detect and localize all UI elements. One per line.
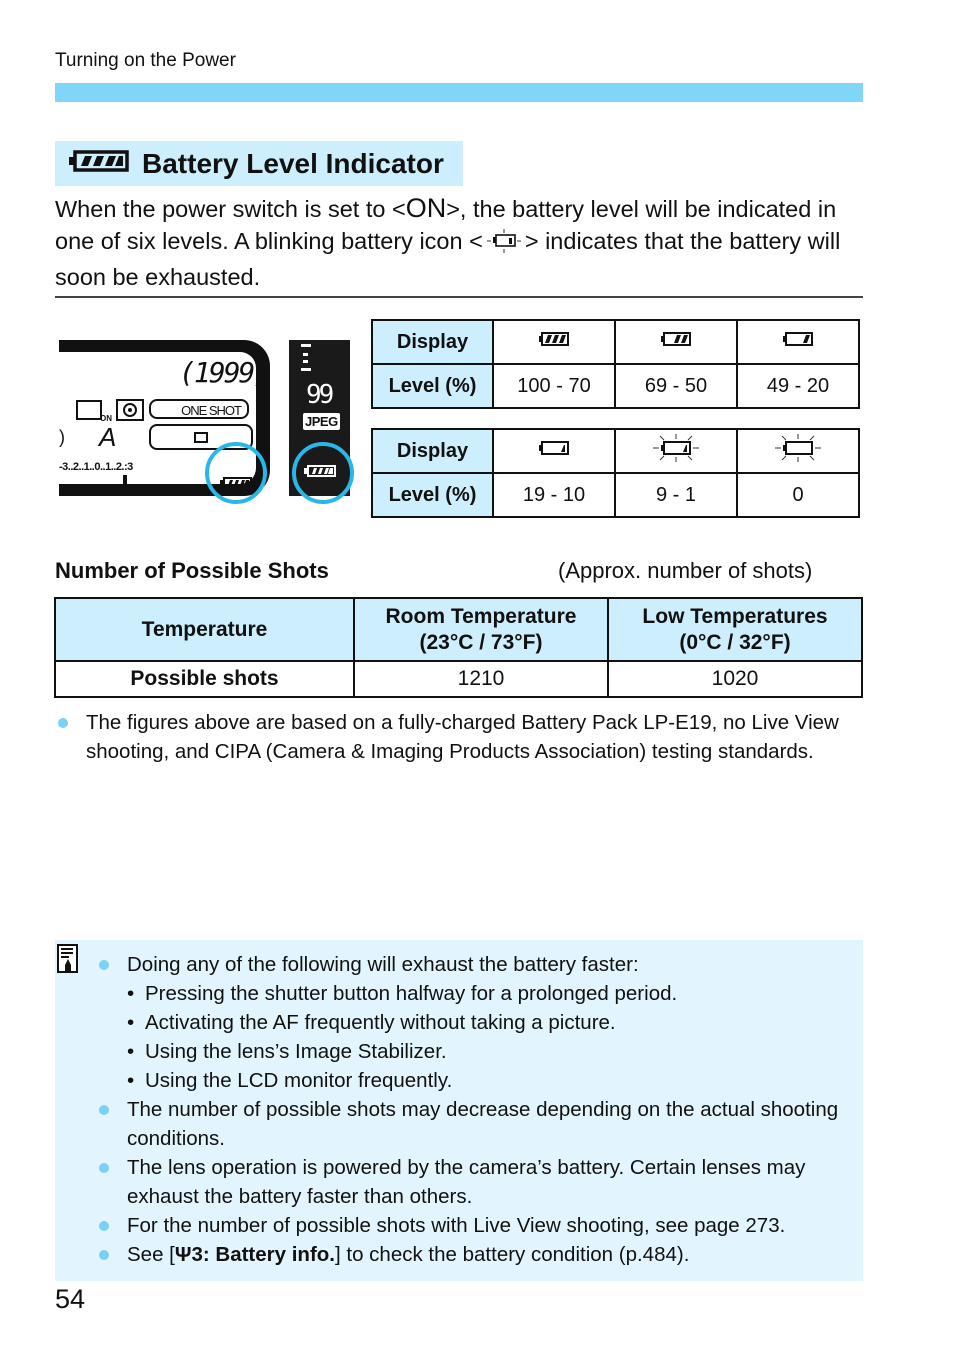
possible-shots-table: Temperature Room Temperature (23°C / 73°F… [54,597,863,698]
room-temp-value: (23°C / 73°F) [419,630,543,654]
highlight-ring [292,442,354,504]
bullet-icon [99,1105,109,1115]
section-title: Battery Level Indicator [142,147,444,179]
bullet-icon [99,1221,109,1231]
lcd-panel-illustration: (1999) ON ONE SHOT ) A -3..2..1..0..1..2… [59,340,270,504]
low-temp-shots: 1020 [607,660,863,698]
battery-blinking-low-icon [614,428,738,474]
footnote-text: The figures above are based on a fully-c… [86,711,839,763]
battery-level-table-2: Display Level (%) 19 - 10 9 - 1 0 [371,428,860,518]
memo-text: Doing any of the following will exhaust … [127,953,639,976]
lcd-fragment: ) [59,427,65,447]
battery-two-bars-icon [614,319,738,365]
setup-wrench-icon: Ψ [174,1243,192,1266]
display-label: Display [371,319,494,365]
level-value: 100 - 70 [492,363,616,409]
memo-item: See [Ψ3: Battery info.] to check the bat… [96,1240,866,1269]
shots-title: Number of Possible Shots [55,558,329,583]
battery-low-icon [492,428,616,474]
temperature-header: Temperature [54,597,355,662]
memo-item: The lens operation is powered by the cam… [96,1153,866,1211]
shots-remaining: (1999) [179,356,270,389]
exposure-pointer [123,475,127,486]
menu-reference: 3: Battery info. [191,1243,335,1266]
memo-text: The lens operation is powered by the cam… [127,1156,806,1208]
intro-paragraph: When the power switch is set to <ON>, th… [55,192,863,293]
viewfinder-illustration: 99 JPEG [289,340,354,504]
bullet-icon [99,1250,109,1260]
battery-blinking-icon [486,229,521,261]
intro-text: When the power switch is set to < [55,196,406,222]
memo-item: Doing any of the following will exhaust … [96,950,866,979]
memo-text: For the number of possible shots with Li… [127,1214,786,1237]
memo-text: See [ [127,1243,175,1266]
bullet-icon [58,718,68,728]
memo-box: Doing any of the following will exhaust … [55,940,863,1281]
memo-subitem: Pressing the shutter button halfway for … [96,979,866,1008]
bullet-icon [99,1163,109,1173]
auto-lighting-icon [76,400,102,420]
memo-item: For the number of possible shots with Li… [96,1211,866,1240]
af-mode: ONE SHOT [149,399,249,419]
burst-count: 99 [306,380,334,410]
page-number: 54 [55,1284,86,1314]
running-head: Turning on the Power [55,50,236,71]
level-label: Level (%) [371,363,494,409]
footnote: The figures above are based on a fully-c… [55,708,865,766]
level-value: 19 - 10 [492,472,616,518]
highlight-ring [205,442,267,504]
metering-icon [116,399,144,421]
room-temp-header: Room Temperature (23°C / 73°F) [353,597,609,662]
memo-subitem: Activating the AF frequently without tak… [96,1008,866,1037]
level-value: 9 - 1 [614,472,738,518]
possible-shots-label: Possible shots [54,660,355,698]
exposure-scale: -3..2..1..0..1..2.:3 [59,461,133,473]
battery-full-icon [492,319,616,365]
display-label: Display [371,428,494,474]
battery-one-bar-icon [736,319,860,365]
bullet-icon [99,960,109,970]
section-heading: Battery Level Indicator [55,141,463,186]
battery-blinking-empty-icon [736,428,860,474]
memo-subitem: Using the lens’s Image Stabilizer. [96,1037,866,1066]
level-value: 49 - 20 [736,363,860,409]
memo-item: The number of possible shots may decreas… [96,1095,866,1153]
divider [55,296,863,298]
memo-subitem: Using the LCD monitor frequently. [96,1066,866,1095]
room-temp-label: Room Temperature [385,604,577,628]
shots-note: (Approx. number of shots) [558,558,813,583]
header-bar [55,83,863,102]
on-symbol: ON [405,193,447,223]
low-temp-value: (0°C / 32°F) [679,630,791,654]
memo-text: The number of possible shots may decreas… [127,1098,839,1150]
mode-letter: A [99,422,117,452]
memo-text: ] to check the battery condition (p.484)… [335,1243,690,1266]
room-temp-shots: 1210 [353,660,609,698]
memo-list: Doing any of the following will exhaust … [96,950,866,1269]
battery-level-table-1: Display Level (%) 100 - 70 69 - 50 49 - … [371,319,860,409]
memo-pencil-icon [57,944,79,979]
low-temp-header: Low Temperatures (0°C / 32°F) [607,597,863,662]
single-shot-icon [194,431,208,443]
low-temp-label: Low Temperatures [642,604,828,628]
battery-full-icon [69,150,129,177]
level-label: Level (%) [371,472,494,518]
level-value: 69 - 50 [614,363,738,409]
level-value: 0 [736,472,860,518]
quality-badge: JPEG [303,413,340,430]
